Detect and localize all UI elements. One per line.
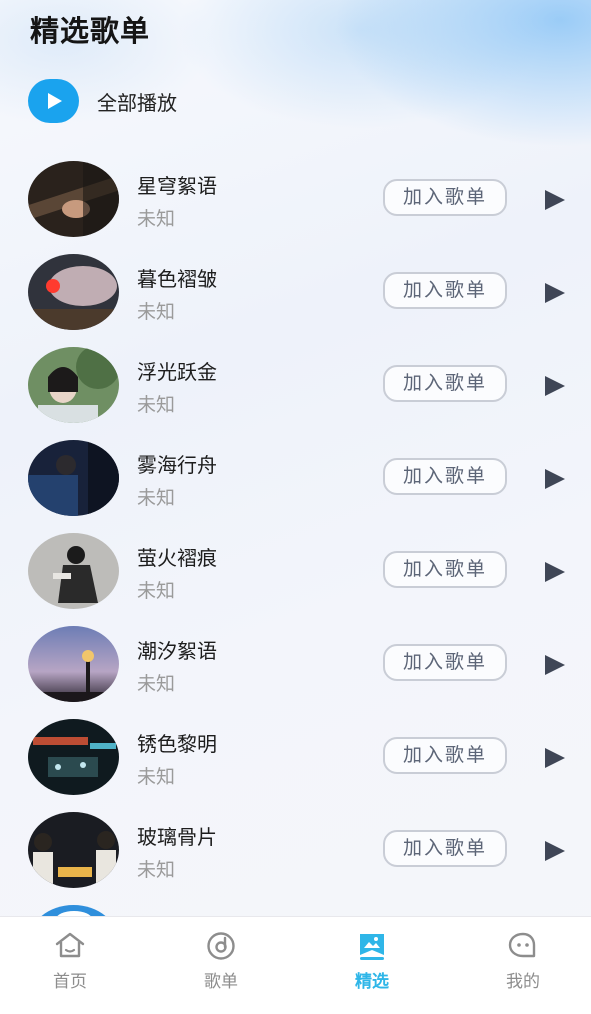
play-icon[interactable] [543, 468, 567, 490]
song-title: 暮色褶皱 [137, 267, 217, 291]
tab-playlist[interactable]: 歌单 [171, 917, 271, 1014]
tab-label: 歌单 [204, 972, 238, 992]
song-title: 星穹絮语 [137, 174, 217, 198]
add-to-playlist-button[interactable]: 加入歌单 [383, 272, 507, 309]
add-to-playlist-button[interactable]: 加入歌单 [383, 179, 507, 216]
play-icon[interactable] [543, 189, 567, 211]
song-cover [28, 719, 119, 795]
song-cover [28, 254, 119, 330]
song-cover [28, 161, 119, 237]
song-artist: 未知 [137, 859, 176, 881]
song-title: 玻璃骨片 [137, 825, 217, 849]
play-icon[interactable] [543, 375, 567, 397]
song-title: 雾海行舟 [137, 453, 217, 477]
song-row[interactable]: 玻璃骨片 未知 加入歌单 [0, 811, 591, 891]
bottom-tab-bar: 首页 歌单 精选 我的 [0, 916, 591, 1014]
song-title: 浮光跃金 [137, 360, 217, 384]
song-cover [28, 626, 119, 702]
page-title: 精选歌单 [30, 14, 151, 48]
play-icon[interactable] [543, 747, 567, 769]
song-cover [28, 812, 119, 888]
song-cover [28, 533, 119, 609]
song-row[interactable]: 萤火褶痕 未知 加入歌单 [0, 532, 591, 612]
tab-mine[interactable]: 我的 [473, 917, 573, 1014]
song-row[interactable]: 星穹絮语 未知 加入歌单 [0, 160, 591, 240]
disc-icon [207, 932, 235, 960]
song-title: 锈色黎明 [137, 732, 217, 756]
song-title: 萤火褶痕 [137, 546, 217, 570]
add-to-playlist-button[interactable]: 加入歌单 [383, 644, 507, 681]
play-all-button[interactable] [28, 79, 79, 123]
song-artist: 未知 [137, 301, 176, 323]
play-icon[interactable] [543, 561, 567, 583]
song-artist: 未知 [137, 208, 176, 230]
add-to-playlist-button[interactable]: 加入歌单 [383, 551, 507, 588]
song-row[interactable]: 潮汐絮语 未知 加入歌单 [0, 625, 591, 705]
song-artist: 未知 [137, 487, 176, 509]
tab-home[interactable]: 首页 [20, 917, 120, 1014]
play-icon [47, 93, 62, 109]
song-row[interactable]: 浮光跃金 未知 加入歌单 [0, 346, 591, 426]
play-icon[interactable] [543, 654, 567, 676]
home-icon [55, 932, 85, 958]
play-all-label: 全部播放 [97, 90, 177, 115]
song-cover [28, 347, 119, 423]
song-row[interactable]: 雾海行舟 未知 加入歌单 [0, 439, 591, 519]
song-title: 潮汐絮语 [137, 639, 217, 663]
song-artist: 未知 [137, 766, 176, 788]
bookmark-picture-icon [360, 934, 384, 960]
tab-featured[interactable]: 精选 [322, 917, 422, 1014]
tab-label: 精选 [355, 972, 389, 992]
play-all-control[interactable]: 全部播放 [28, 79, 177, 123]
add-to-playlist-button[interactable]: 加入歌单 [383, 365, 507, 402]
tab-label: 我的 [506, 972, 540, 992]
song-row[interactable]: 锈色黎明 未知 加入歌单 [0, 718, 591, 798]
add-to-playlist-button[interactable]: 加入歌单 [383, 830, 507, 867]
add-to-playlist-button[interactable]: 加入歌单 [383, 458, 507, 495]
song-artist: 未知 [137, 394, 176, 416]
tab-label: 首页 [53, 972, 87, 992]
play-icon[interactable] [543, 282, 567, 304]
song-row[interactable]: 暮色褶皱 未知 加入歌单 [0, 253, 591, 333]
song-artist: 未知 [137, 673, 176, 695]
song-artist: 未知 [137, 580, 176, 602]
chat-face-icon [508, 932, 536, 958]
play-icon[interactable] [543, 840, 567, 862]
song-cover [28, 440, 119, 516]
add-to-playlist-button[interactable]: 加入歌单 [383, 737, 507, 774]
